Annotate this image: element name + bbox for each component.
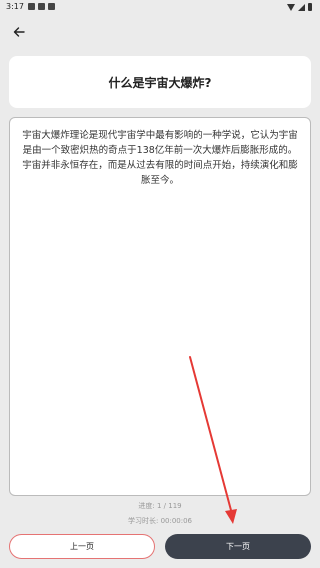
answer-content-card: 宇宙大爆炸理论是现代宇宙学中最有影响的一种学说，它认为宇宙是由一个致密炽热的奇点… xyxy=(9,117,311,496)
answer-content-text: 宇宙大爆炸理论是现代宇宙学中最有影响的一种学说，它认为宇宙是由一个致密炽热的奇点… xyxy=(22,130,298,186)
signal-icon xyxy=(298,3,305,11)
status-time: 3:17 xyxy=(6,2,24,11)
previous-page-button[interactable]: 上一页 xyxy=(9,534,155,559)
back-button[interactable] xyxy=(8,22,30,42)
system-icons xyxy=(287,3,312,11)
study-time-indicator: 学习时长: 00:00:06 xyxy=(127,517,193,525)
download-notification-icon xyxy=(38,3,45,10)
app-notification-icon xyxy=(48,3,55,10)
next-page-button[interactable]: 下一页 xyxy=(165,534,311,559)
battery-icon xyxy=(308,3,312,11)
wifi-icon xyxy=(287,3,295,11)
image-notification-icon xyxy=(28,3,35,10)
status-bar: 3:17 xyxy=(0,0,320,14)
arrow-left-icon xyxy=(13,27,25,37)
notification-icons xyxy=(28,3,55,10)
progress-indicator: 进度: 1 / 119 xyxy=(138,502,182,510)
question-title: 什么是宇宙大爆炸? xyxy=(108,75,212,90)
question-title-card: 什么是宇宙大爆炸? xyxy=(9,56,311,108)
